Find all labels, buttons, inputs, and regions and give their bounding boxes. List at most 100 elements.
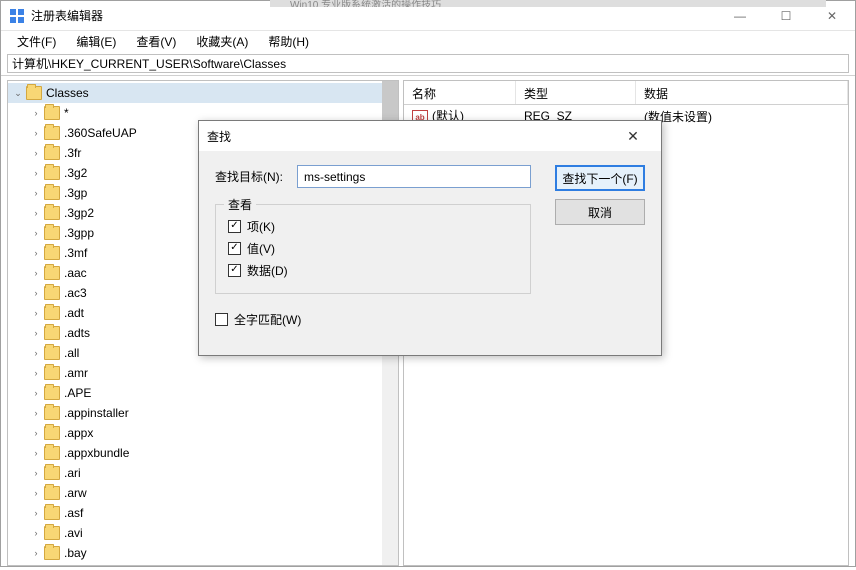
expand-icon[interactable]: › (30, 547, 42, 559)
column-data[interactable]: 数据 (636, 81, 848, 104)
menu-favorites[interactable]: 收藏夹(A) (188, 31, 256, 52)
checkbox-whole-word[interactable]: 全字匹配(W) (215, 308, 645, 330)
folder-icon (44, 226, 60, 240)
tree-node-classes[interactable]: ⌄ Classes (8, 83, 398, 103)
tree-label: Classes (46, 86, 89, 100)
checkbox-values-box[interactable]: ✓ (228, 242, 241, 255)
folder-icon (44, 526, 60, 540)
expand-icon[interactable]: › (30, 227, 42, 239)
collapse-icon[interactable]: ⌄ (12, 87, 24, 99)
expand-icon[interactable]: › (30, 507, 42, 519)
find-input[interactable] (297, 165, 531, 188)
tree-label: .ari (64, 466, 81, 480)
tree-node[interactable]: ›.arw (8, 483, 398, 503)
tree-label: .adt (64, 306, 84, 320)
checkbox-whole-word-box[interactable] (215, 313, 228, 326)
tree-label: .appx (64, 426, 93, 440)
expand-icon[interactable]: › (30, 467, 42, 479)
folder-icon (44, 386, 60, 400)
menu-file[interactable]: 文件(F) (9, 31, 64, 52)
checkbox-data[interactable]: ✓ 数据(D) (228, 259, 518, 281)
checkbox-values-label: 值(V) (247, 240, 275, 257)
tree-label: .3gpp (64, 226, 94, 240)
tree-node[interactable]: ›.asf (8, 503, 398, 523)
tree-node[interactable]: ›.amr (8, 363, 398, 383)
expand-icon[interactable]: › (30, 267, 42, 279)
expand-icon[interactable]: › (30, 147, 42, 159)
tree-node[interactable]: ›.avi (8, 523, 398, 543)
folder-icon (44, 146, 60, 160)
menu-help[interactable]: 帮助(H) (260, 31, 317, 52)
tree-node[interactable]: › .appxbundle (8, 443, 398, 463)
expand-icon[interactable]: › (30, 487, 42, 499)
expand-icon[interactable]: › (30, 427, 42, 439)
tree-node[interactable]: ›.APE (8, 383, 398, 403)
menu-view[interactable]: 查看(V) (128, 31, 184, 52)
tree-label: .ac3 (64, 286, 87, 300)
tree-node[interactable]: ›.bay (8, 543, 398, 563)
find-body: 查找目标(N): 查看 ✓ 项(K) ✓ 值(V) ✓ 数据(D) 全字匹配(W… (199, 151, 661, 340)
tree-node[interactable]: › .ari (8, 463, 398, 483)
find-close-button[interactable]: ✕ (613, 121, 653, 151)
folder-icon (44, 466, 60, 480)
checkbox-whole-word-label: 全字匹配(W) (234, 311, 301, 328)
column-type[interactable]: 类型 (516, 81, 636, 104)
expand-icon[interactable]: › (30, 347, 42, 359)
menu-edit[interactable]: 编辑(E) (68, 31, 124, 52)
find-target-label: 查找目标(N): (215, 168, 289, 185)
checkbox-keys[interactable]: ✓ 项(K) (228, 215, 518, 237)
folder-icon (44, 366, 60, 380)
checkbox-data-box[interactable]: ✓ (228, 264, 241, 277)
address-bar[interactable]: 计算机\HKEY_CURRENT_USER\Software\Classes (7, 54, 849, 73)
folder-icon (44, 266, 60, 280)
expand-icon[interactable]: › (30, 527, 42, 539)
folder-icon (44, 306, 60, 320)
column-name[interactable]: 名称 (404, 81, 516, 104)
tree-label: .3gp2 (64, 206, 94, 220)
checkbox-keys-label: 项(K) (247, 218, 275, 235)
tree-label: .aac (64, 266, 87, 280)
checkbox-values[interactable]: ✓ 值(V) (228, 237, 518, 259)
folder-icon (44, 186, 60, 200)
expand-icon[interactable]: › (30, 107, 42, 119)
expand-icon[interactable]: › (30, 247, 42, 259)
expand-icon[interactable]: › (30, 327, 42, 339)
expand-icon[interactable]: › (30, 287, 42, 299)
tree-label: * (64, 106, 69, 120)
window-title: 注册表编辑器 (31, 7, 717, 24)
folder-icon (44, 426, 60, 440)
look-at-legend: 查看 (224, 196, 256, 213)
tree-label: .3mf (64, 246, 87, 260)
find-title-bar[interactable]: 查找 ✕ (199, 121, 661, 151)
folder-icon (44, 506, 60, 520)
menu-bar: 文件(F) 编辑(E) 查看(V) 收藏夹(A) 帮助(H) (1, 31, 855, 52)
find-buttons: 查找下一个(F) 取消 (555, 165, 645, 225)
expand-icon[interactable]: › (30, 127, 42, 139)
value-data: (数值未设置) (636, 106, 848, 127)
folder-icon (44, 106, 60, 120)
tree-label: .appxbundle (64, 446, 129, 460)
folder-icon (44, 446, 60, 460)
checkbox-keys-box[interactable]: ✓ (228, 220, 241, 233)
expand-icon[interactable]: › (30, 207, 42, 219)
list-header: 名称 类型 数据 (404, 81, 848, 105)
folder-icon (44, 206, 60, 220)
find-title-text: 查找 (207, 128, 613, 145)
tree-label: .360SafeUAP (64, 126, 137, 140)
expand-icon[interactable]: › (30, 187, 42, 199)
folder-icon (44, 246, 60, 260)
cancel-button[interactable]: 取消 (555, 199, 645, 225)
expand-icon[interactable]: › (30, 387, 42, 399)
expand-icon[interactable]: › (30, 447, 42, 459)
tree-node[interactable]: › .appx (8, 423, 398, 443)
expand-icon[interactable]: › (30, 367, 42, 379)
expand-icon[interactable]: › (30, 167, 42, 179)
folder-icon (44, 486, 60, 500)
folder-icon (44, 406, 60, 420)
expand-icon[interactable]: › (30, 307, 42, 319)
folder-icon (44, 286, 60, 300)
tree-label: .appinstaller (64, 406, 129, 420)
tree-node[interactable]: › .appinstaller (8, 403, 398, 423)
expand-icon[interactable]: › (30, 407, 42, 419)
find-next-button[interactable]: 查找下一个(F) (555, 165, 645, 191)
